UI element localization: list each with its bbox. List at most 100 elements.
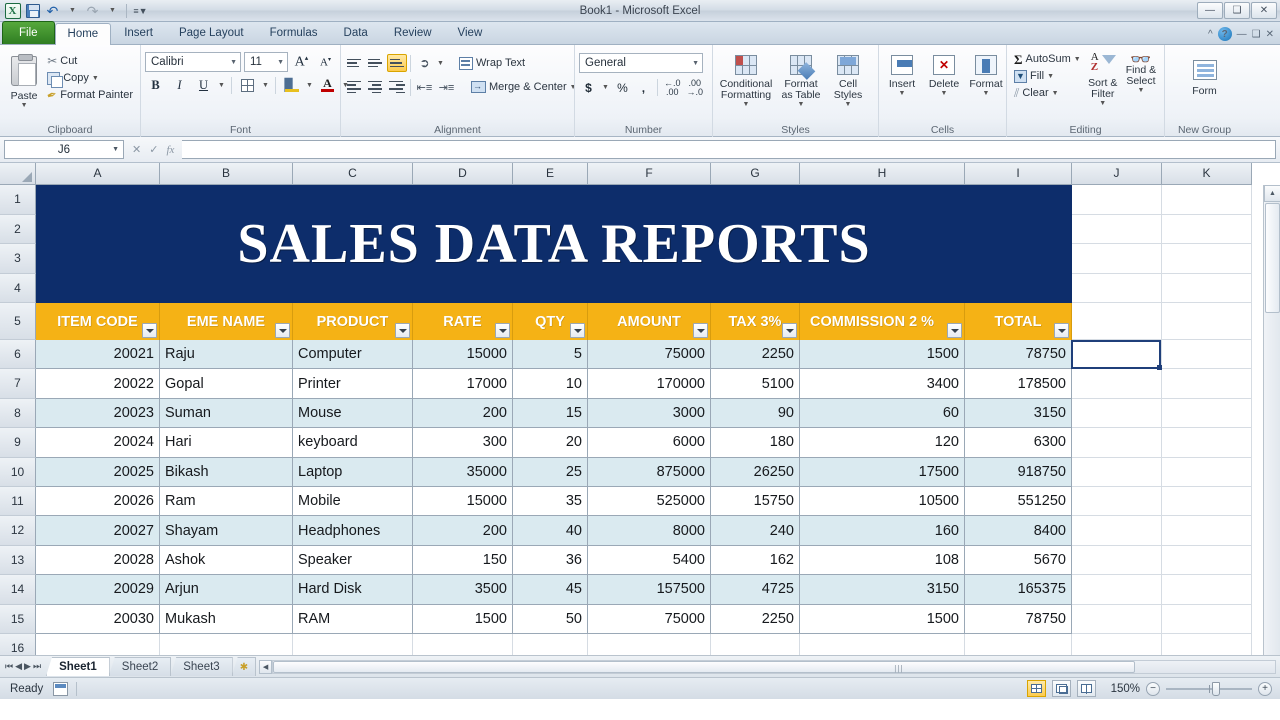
filter-dropdown-icon[interactable] (142, 323, 157, 338)
table-cell[interactable]: Printer (293, 369, 413, 398)
table-cell[interactable]: Hard Disk (293, 575, 413, 604)
redo-dropdown-icon[interactable]: ▼ (104, 2, 121, 19)
help-icon[interactable]: ? (1218, 27, 1232, 41)
grid-cell[interactable] (588, 634, 711, 655)
tab-file[interactable]: File (2, 21, 55, 44)
table-cell[interactable]: 15000 (413, 487, 513, 516)
table-cell[interactable]: 6000 (588, 428, 711, 457)
zoom-in-button[interactable]: + (1258, 682, 1272, 696)
table-cell[interactable]: 1500 (413, 605, 513, 634)
tab-review[interactable]: Review (381, 22, 445, 44)
grid-cell[interactable] (513, 634, 588, 655)
grid-cell[interactable] (1162, 185, 1252, 215)
table-cell[interactable]: 525000 (588, 487, 711, 516)
autosum-dropdown-icon[interactable]: ▼ (1074, 56, 1081, 63)
zoom-out-button[interactable]: − (1146, 682, 1160, 696)
row-header-10[interactable]: 10 (0, 458, 36, 487)
table-cell[interactable]: 3400 (800, 369, 965, 398)
table-cell[interactable]: Mukash (160, 605, 293, 634)
table-cell[interactable]: keyboard (293, 428, 413, 457)
name-box[interactable]: J6 ▼ (4, 140, 124, 159)
table-cell[interactable]: 1500 (800, 605, 965, 634)
font-name-input[interactable]: Calibri ▼ (145, 52, 241, 72)
table-cell[interactable]: 5400 (588, 546, 711, 575)
table-cell[interactable]: Mouse (293, 399, 413, 428)
table-cell[interactable]: 8400 (965, 516, 1072, 545)
grid-cell[interactable] (413, 634, 513, 655)
sheet-tab-sheet1[interactable]: Sheet1 (46, 657, 110, 676)
table-cell[interactable]: 150 (413, 546, 513, 575)
page-layout-view-button[interactable] (1052, 680, 1071, 697)
insert-worksheet-button[interactable]: ✱ (232, 657, 256, 676)
table-cell[interactable]: 20029 (36, 575, 160, 604)
horizontal-scroll-area[interactable]: ◀ ||| (255, 660, 1280, 674)
table-cell[interactable]: Headphones (293, 516, 413, 545)
vertical-scroll-thumb[interactable] (1265, 203, 1280, 313)
table-column-header[interactable]: TAX 3% (711, 303, 800, 340)
sheet-tab-sheet2[interactable]: Sheet2 (109, 657, 171, 676)
orientation-dropdown-icon[interactable]: ▼ (436, 53, 445, 73)
row-header-14[interactable]: 14 (0, 575, 36, 604)
table-cell[interactable]: 5 (513, 340, 588, 369)
table-cell[interactable]: 178500 (965, 369, 1072, 398)
grid-cell[interactable] (1162, 215, 1252, 245)
table-cell[interactable]: 20027 (36, 516, 160, 545)
grid-cell[interactable] (1072, 634, 1162, 655)
grid-cell[interactable] (965, 634, 1072, 655)
window-controls[interactable]: — ❑ ✕ (1197, 2, 1280, 19)
format-as-table-dropdown-icon[interactable]: ▼ (798, 101, 805, 108)
grid-cell[interactable] (711, 634, 800, 655)
table-cell[interactable]: 15750 (711, 487, 800, 516)
collapse-ribbon-icon[interactable]: ^ (1208, 29, 1213, 40)
table-cell[interactable]: 3500 (413, 575, 513, 604)
fill-button[interactable]: ▼ Fill ▼ (1011, 68, 1084, 85)
grid-cell[interactable] (1162, 399, 1252, 428)
table-cell[interactable]: 90 (711, 399, 800, 428)
table-cell[interactable]: 4725 (711, 575, 800, 604)
tab-insert[interactable]: Insert (111, 22, 166, 44)
table-cell[interactable]: Mobile (293, 487, 413, 516)
first-sheet-icon[interactable]: ⏮ (5, 661, 13, 672)
table-column-header[interactable]: EME NAME (160, 303, 293, 340)
table-cell[interactable]: 15000 (413, 340, 513, 369)
copy-dropdown-icon[interactable]: ▼ (92, 75, 99, 82)
table-cell[interactable]: 180 (711, 428, 800, 457)
format-dropdown-icon[interactable]: ▼ (983, 90, 990, 97)
table-cell[interactable]: 75000 (588, 340, 711, 369)
underline-button[interactable]: U (193, 75, 214, 95)
column-header-B[interactable]: B (160, 163, 293, 185)
row-header-9[interactable]: 9 (0, 428, 36, 457)
grid-cell[interactable] (1162, 369, 1252, 398)
percent-style-button[interactable]: % (613, 78, 632, 97)
table-cell[interactable]: 300 (413, 428, 513, 457)
table-cell[interactable]: 165375 (965, 575, 1072, 604)
number-format-input[interactable]: General ▼ (579, 53, 703, 73)
table-cell[interactable]: Ashok (160, 546, 293, 575)
close-button[interactable]: ✕ (1251, 2, 1277, 19)
table-cell[interactable]: 10 (513, 369, 588, 398)
borders-dropdown-icon[interactable]: ▼ (261, 75, 270, 95)
grid-cell[interactable] (1072, 303, 1162, 340)
fill-color-dropdown-icon[interactable]: ▼ (305, 75, 314, 95)
increase-indent-button[interactable]: ⇥≡ (436, 77, 457, 97)
close-workbook-icon[interactable]: ✕ (1266, 29, 1274, 40)
grid-cell[interactable] (1072, 605, 1162, 634)
filter-dropdown-icon[interactable] (395, 323, 410, 338)
cut-button[interactable]: ✂ Cut (44, 53, 136, 70)
table-cell[interactable]: 5670 (965, 546, 1072, 575)
column-header-D[interactable]: D (413, 163, 513, 185)
insert-function-icon[interactable]: fx (166, 144, 174, 156)
zoom-slider[interactable] (1166, 682, 1252, 696)
align-middle-button[interactable] (366, 54, 386, 72)
enter-formula-icon[interactable]: ✓ (149, 143, 158, 156)
sort-filter-button[interactable]: AZ Sort & Filter ▼ (1084, 51, 1122, 109)
currency-dropdown-icon[interactable]: ▼ (600, 78, 611, 97)
table-cell[interactable]: 20023 (36, 399, 160, 428)
borders-button[interactable] (237, 75, 258, 95)
grid-cell[interactable] (1162, 303, 1252, 340)
find-select-button[interactable]: 👓 Find & Select ▼ (1122, 51, 1160, 96)
currency-button[interactable]: $ (579, 78, 598, 97)
table-cell[interactable]: Shayam (160, 516, 293, 545)
table-cell[interactable]: Gopal (160, 369, 293, 398)
insert-cells-button[interactable]: Insert ▼ (883, 53, 921, 99)
